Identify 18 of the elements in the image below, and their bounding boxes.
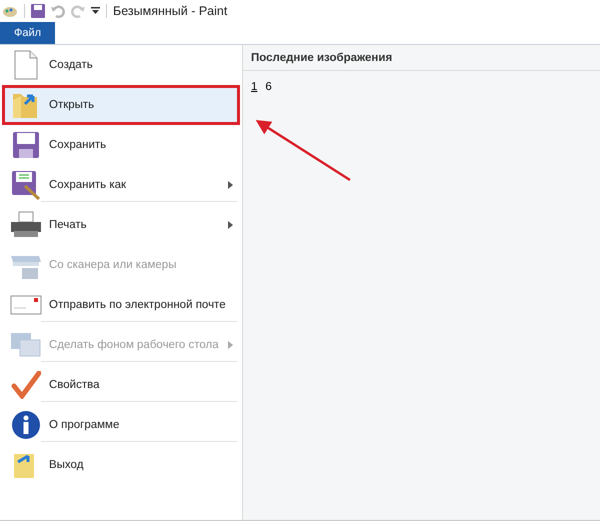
menu-item[interactable]: Выход: [2, 445, 240, 485]
window-title: Безымянный - Paint: [113, 4, 228, 18]
info-icon: [11, 410, 41, 440]
printer-icon: [10, 211, 42, 239]
check-mark-icon: [11, 371, 41, 399]
envelope-icon: [10, 293, 42, 317]
blank-page-icon: [14, 50, 38, 80]
menu-item[interactable]: Печать: [2, 205, 240, 245]
menu-item[interactable]: Создать: [2, 45, 240, 85]
menu-item[interactable]: Открыть: [2, 85, 240, 125]
recent-images-heading: Последние изображения: [243, 45, 600, 71]
ribbon-tab[interactable]: Файл: [0, 22, 56, 44]
dropdown-icon[interactable]: [91, 7, 100, 15]
floppy-pen-icon: [11, 170, 41, 200]
menu-item[interactable]: Сохранить: [2, 125, 240, 165]
save-icon[interactable]: [31, 4, 45, 18]
recent-file-link[interactable]: 1 6: [243, 71, 280, 103]
paint-app-icon: [2, 4, 18, 18]
